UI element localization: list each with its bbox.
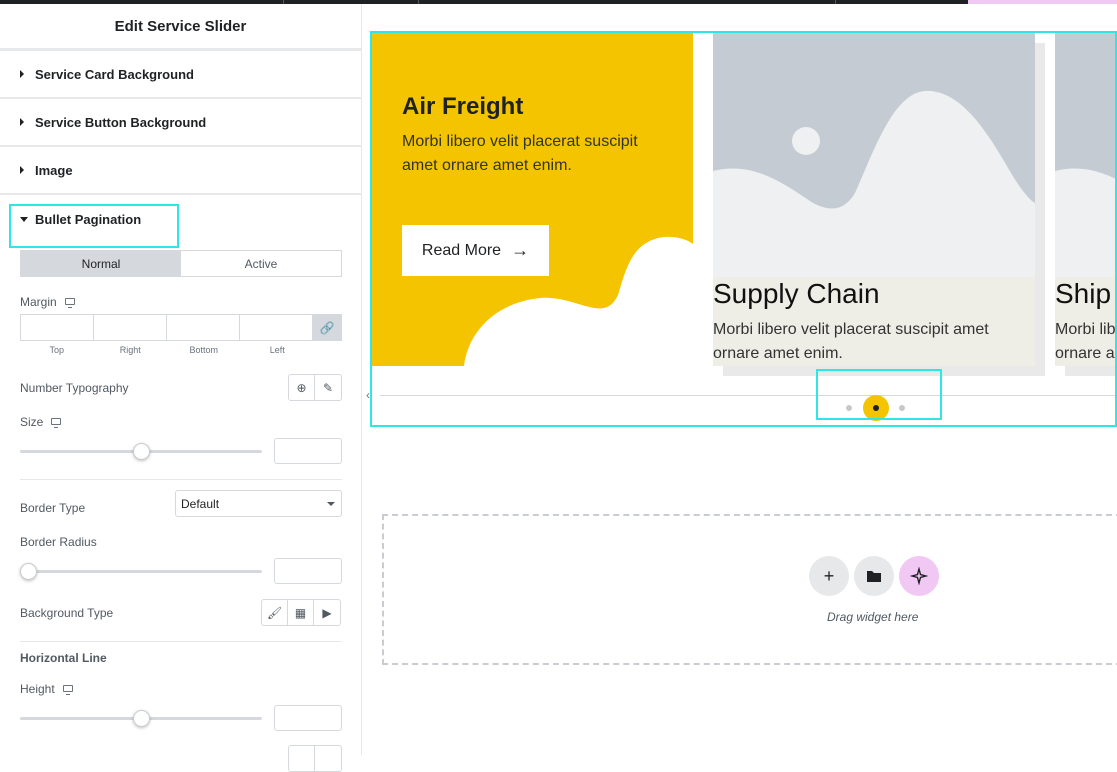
- tab-active[interactable]: Active: [181, 251, 341, 276]
- section-service-card-background[interactable]: Service Card Background: [0, 51, 361, 99]
- margin-top-label: Top: [49, 345, 64, 355]
- height-number-input[interactable]: [274, 705, 342, 731]
- section-label: Service Button Background: [35, 114, 207, 130]
- height-label-text: Height: [20, 682, 55, 696]
- margin-right-input[interactable]: [94, 315, 167, 340]
- desktop-icon[interactable]: [51, 418, 62, 428]
- margin-bottom-input[interactable]: [167, 315, 240, 340]
- margin-right-label: Right: [119, 345, 141, 355]
- height-slider[interactable]: [20, 710, 262, 727]
- section-highlight: [9, 204, 179, 248]
- edit-pencil-icon[interactable]: ✎: [315, 375, 341, 400]
- border-type-label: Border Type: [20, 501, 86, 515]
- brush-icon[interactable]: 🖌: [262, 600, 288, 625]
- border-type-select[interactable]: Default: [175, 490, 342, 517]
- partial-controls: [288, 745, 342, 772]
- margin-bottom-label: Bottom: [189, 345, 218, 355]
- number-typography-label: Number Typography: [20, 381, 129, 395]
- add-icon[interactable]: +: [809, 556, 849, 596]
- horizontal-line-heading: Horizontal Line: [20, 651, 107, 665]
- height-label: Height: [20, 682, 73, 696]
- read-more-button[interactable]: Read More →: [402, 225, 549, 276]
- video-icon[interactable]: ▶: [314, 600, 340, 625]
- size-slider[interactable]: [20, 443, 262, 460]
- section-service-button-background[interactable]: Service Button Background: [0, 99, 361, 147]
- read-more-label: Read More: [421, 241, 502, 259]
- size-label: Size: [20, 415, 62, 429]
- arrow-right-icon: →: [511, 240, 530, 260]
- link-values-icon[interactable]: 🔗: [313, 315, 341, 340]
- divider: [20, 641, 342, 642]
- margin-left-input[interactable]: [240, 315, 313, 340]
- border-radius-slider-handle[interactable]: [20, 563, 37, 580]
- section-label: Image: [35, 162, 73, 178]
- state-tabs: Normal Active: [20, 250, 342, 277]
- caret-right-icon: [20, 70, 24, 78]
- divider: [20, 479, 342, 480]
- size-number-input[interactable]: [274, 438, 342, 464]
- globe-icon[interactable]: [289, 746, 315, 771]
- height-slider-handle[interactable]: [132, 710, 150, 727]
- folder-icon[interactable]: [854, 556, 894, 596]
- margin-top-input[interactable]: [21, 315, 94, 340]
- margin-label-text: Margin: [20, 295, 57, 309]
- tab-normal[interactable]: Normal: [21, 251, 181, 276]
- margin-label: Margin: [20, 295, 75, 309]
- section-label: Service Card Background: [35, 66, 194, 82]
- gradient-icon[interactable]: ▦: [288, 600, 314, 625]
- pagination-highlight: [816, 369, 942, 420]
- section-image[interactable]: Image: [0, 147, 361, 195]
- empty-section-dropzone[interactable]: [382, 514, 1117, 665]
- caret-right-icon: [20, 118, 24, 126]
- ai-sparkle-icon[interactable]: [899, 556, 939, 596]
- border-radius-label: Border Radius: [20, 535, 97, 549]
- panel-title: Edit Service Slider: [0, 4, 361, 51]
- background-type-label: Background Type: [20, 606, 114, 620]
- typography-controls: ⊕ ✎: [288, 374, 342, 401]
- edit-pencil-icon[interactable]: [315, 746, 341, 771]
- border-radius-number-input[interactable]: [274, 558, 342, 584]
- size-slider-handle[interactable]: [132, 443, 150, 460]
- size-label-text: Size: [20, 415, 44, 429]
- margin-side-labels: Top Right Bottom Left: [20, 345, 314, 355]
- desktop-icon[interactable]: [64, 298, 75, 308]
- margin-inputs: 🔗: [20, 314, 342, 341]
- background-type-controls: 🖌 ▦ ▶: [261, 599, 341, 626]
- globe-icon[interactable]: ⊕: [289, 375, 315, 400]
- desktop-icon[interactable]: [62, 685, 73, 695]
- drag-widget-hint: Drag widget here: [827, 610, 919, 624]
- border-radius-slider[interactable]: [20, 563, 262, 580]
- margin-left-label: Left: [269, 345, 285, 355]
- caret-right-icon: [20, 166, 24, 174]
